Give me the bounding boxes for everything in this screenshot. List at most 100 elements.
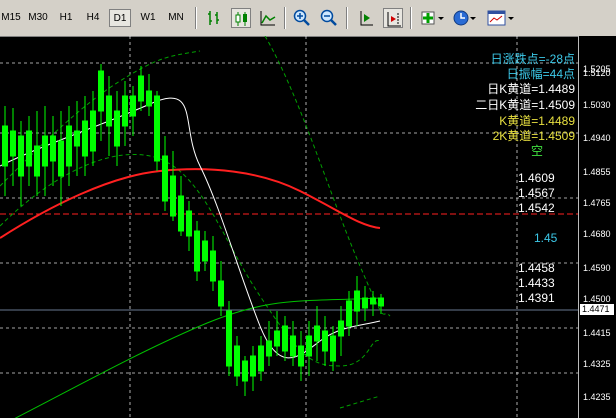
timeframe-h1-button[interactable]: H1 xyxy=(55,9,77,27)
toolbar-separator xyxy=(195,7,197,29)
current-price-label: 1.4471 xyxy=(580,304,614,315)
candle-body xyxy=(122,95,128,127)
candle-body xyxy=(10,130,16,157)
candle-body xyxy=(258,345,264,372)
candle-body xyxy=(266,340,272,357)
candle-body xyxy=(338,320,344,337)
chart-toolbar: M15 M30 H1 H4 D1 W1 MN xyxy=(0,0,616,37)
candle-body xyxy=(178,195,184,232)
candle-body xyxy=(226,310,232,367)
candle-body xyxy=(162,155,168,202)
price-tick-label: 1.4235 xyxy=(583,392,611,402)
candle-body xyxy=(306,335,312,357)
candle-body xyxy=(66,125,72,167)
toolbar-separator xyxy=(346,7,348,29)
line-chart-button[interactable] xyxy=(258,8,278,28)
info-label: 日K黄道=1.4489 xyxy=(487,82,575,96)
zoom-out-button[interactable] xyxy=(319,8,339,28)
timeframe-w1-button[interactable]: W1 xyxy=(137,9,159,27)
candle-body xyxy=(114,110,120,147)
candle-body xyxy=(346,300,352,327)
candle-body xyxy=(26,130,32,167)
candle-body xyxy=(2,125,8,167)
candle-body xyxy=(58,140,64,177)
line-chart-icon xyxy=(260,11,276,26)
periods-button[interactable] xyxy=(452,8,478,28)
toolbar-separator xyxy=(410,7,412,29)
price-tick-label: 1.4325 xyxy=(583,359,611,369)
templates-icon xyxy=(487,10,514,26)
candle-body xyxy=(314,325,320,342)
price-tick-label: 1.4765 xyxy=(583,198,611,208)
candlestick-button[interactable] xyxy=(231,8,251,28)
mid-level-label: 1.45 xyxy=(534,231,558,245)
candle-body xyxy=(82,120,88,157)
templates-button[interactable] xyxy=(486,8,516,28)
level-label: 1.4433 xyxy=(518,276,555,290)
candle-body xyxy=(298,345,304,367)
autoscroll-icon xyxy=(387,12,401,27)
bollinger-upper-2 xyxy=(264,36,391,317)
timeframe-m30-button[interactable]: M30 xyxy=(25,9,51,27)
candle-body xyxy=(354,290,360,312)
candlestick-icon xyxy=(235,12,247,26)
candle-body xyxy=(90,110,96,152)
candle-body xyxy=(42,135,48,167)
candle-body xyxy=(154,95,160,162)
candle-body xyxy=(146,90,152,107)
candle-body xyxy=(18,135,24,177)
candle-body xyxy=(202,240,208,262)
zoom-in-icon xyxy=(293,9,310,26)
candle-body xyxy=(186,210,192,237)
level-label: 1.4567 xyxy=(518,186,555,200)
candle-body xyxy=(282,325,288,352)
price-tick-label: 1.4680 xyxy=(583,229,611,239)
candle-body xyxy=(130,95,136,117)
bar-chart-icon xyxy=(208,11,219,25)
timeframe-m15-button[interactable]: M15 xyxy=(0,9,22,27)
price-tick-label: 1.4855 xyxy=(583,167,611,177)
candle-body xyxy=(330,335,336,362)
info-label: 二日K黄道=1.4509 xyxy=(475,98,575,112)
level-label: 1.4609 xyxy=(518,171,555,185)
chart-shift-icon xyxy=(360,11,373,26)
candle-body xyxy=(274,330,280,347)
zoom-out-icon xyxy=(320,9,337,26)
price-tick-label: 1.5120 xyxy=(583,68,611,78)
indicators-button[interactable] xyxy=(420,8,446,28)
candle-body xyxy=(370,297,376,305)
candle-body xyxy=(74,130,80,147)
candle-body xyxy=(234,345,240,377)
timeframe-h4-button[interactable]: H4 xyxy=(82,9,104,27)
candle-body xyxy=(98,70,104,112)
level-label: 1.4458 xyxy=(518,261,555,275)
bollinger-lower-tail xyxy=(339,395,381,409)
level-label: 1.4542 xyxy=(518,201,555,215)
autoscroll-button[interactable] xyxy=(383,8,403,28)
price-axis: 1.5205 1.5120 1.5030 1.4940 1.4855 1.4765 1.46… xyxy=(578,36,616,418)
price-tick-label: 1.4500 xyxy=(583,294,611,304)
price-tick-label: 1.5030 xyxy=(583,100,611,110)
timeframe-mn-button[interactable]: MN xyxy=(164,9,188,27)
timeframe-d1-button[interactable]: D1 xyxy=(109,9,131,27)
candle-body xyxy=(50,135,56,162)
price-tick-label: 1.4590 xyxy=(583,263,611,273)
candle-body xyxy=(34,145,40,177)
zoom-in-button[interactable] xyxy=(292,8,312,28)
candle-body xyxy=(138,75,144,102)
candle-body xyxy=(362,297,368,309)
candle-body xyxy=(218,280,224,307)
chart-shift-button[interactable] xyxy=(356,8,376,28)
candle-body xyxy=(194,230,200,272)
candle-body xyxy=(242,360,248,382)
candle-body xyxy=(250,355,256,377)
candle-body xyxy=(322,330,328,352)
moving-average-long xyxy=(14,297,381,418)
signal-label: 空 xyxy=(531,144,544,158)
level-label: 1.4391 xyxy=(518,291,555,305)
periods-icon xyxy=(453,10,476,26)
candle-body xyxy=(210,250,216,282)
candle-body xyxy=(378,297,384,307)
bar-chart-button[interactable] xyxy=(204,8,224,28)
candle-body xyxy=(290,335,296,357)
